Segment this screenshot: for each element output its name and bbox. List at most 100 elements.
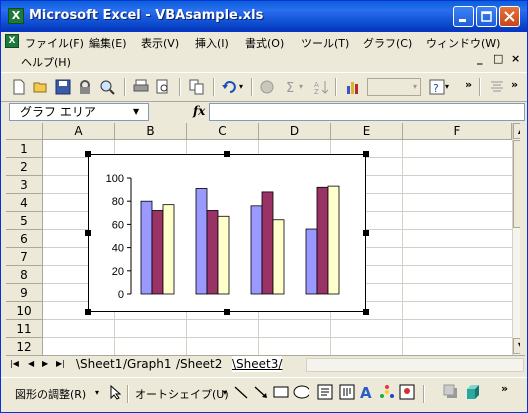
scroll-up-button[interactable]: ▲: [513, 123, 520, 139]
embedded-chart[interactable]: 0 20 40 60 80 100: [88, 154, 366, 312]
clipart-icon[interactable]: [399, 384, 415, 400]
title-bar[interactable]: X Microsoft Excel - VBAsample.xls: [1, 1, 527, 32]
select-objects-icon[interactable]: [107, 384, 123, 400]
autosum-dropdown-icon[interactable]: ▾: [299, 82, 303, 91]
bar-series-3-category-2[interactable]: [217, 215, 230, 295]
next-sheet-icon[interactable]: ▶: [42, 359, 48, 368]
text-box-icon[interactable]: [317, 384, 333, 400]
autoshapes-dropdown-icon[interactable]: ▾: [223, 388, 227, 397]
bar-series-2-category-1[interactable]: [151, 210, 164, 295]
column-header-e[interactable]: E: [331, 123, 403, 140]
chart-resize-handle[interactable]: [85, 151, 91, 157]
drawing-options-icon[interactable]: »: [501, 382, 508, 395]
format-options-icon[interactable]: »: [511, 78, 518, 91]
row-header-7[interactable]: 7: [6, 248, 43, 266]
column-header-b[interactable]: B: [115, 123, 187, 140]
undo-icon[interactable]: [221, 79, 237, 95]
formula-input[interactable]: [209, 103, 525, 121]
last-sheet-icon[interactable]: ▶|: [56, 359, 65, 368]
name-box-dropdown-icon[interactable]: ▼: [133, 107, 139, 116]
save-icon[interactable]: [55, 79, 71, 95]
autosum-icon[interactable]: Σ: [283, 79, 299, 95]
chart-resize-handle[interactable]: [363, 151, 369, 157]
doc-restore-button[interactable]: □: [493, 52, 503, 65]
row-header-4[interactable]: 4: [6, 194, 43, 212]
new-icon[interactable]: [11, 79, 27, 95]
bar-series-3-category-3[interactable]: [272, 219, 285, 295]
bar-series-2-category-4[interactable]: [316, 186, 329, 295]
bar-series-1-category-3[interactable]: [250, 205, 263, 295]
chart-resize-handle[interactable]: [224, 151, 230, 157]
undo-dropdown-icon[interactable]: ▾: [239, 82, 243, 91]
close-button[interactable]: [499, 6, 520, 27]
bar-series-3-category-4[interactable]: [327, 185, 340, 295]
sheet-tab-sheet3[interactable]: \Sheet3/: [232, 356, 283, 372]
chart-resize-handle[interactable]: [363, 309, 369, 315]
scroll-down-button[interactable]: ▼: [513, 338, 520, 354]
select-all-corner[interactable]: [6, 123, 43, 140]
print-icon[interactable]: [133, 79, 149, 95]
prev-sheet-icon[interactable]: ◀: [28, 359, 34, 368]
bar-series-3-category-1[interactable]: [162, 204, 175, 295]
row-header-2[interactable]: 2: [6, 158, 43, 176]
row-header-1[interactable]: 1: [6, 140, 43, 158]
row-header-3[interactable]: 3: [6, 176, 43, 194]
column-header-d[interactable]: D: [259, 123, 331, 140]
vertical-scroll-thumb[interactable]: [513, 140, 520, 228]
bar-series-1-category-2[interactable]: [195, 188, 208, 295]
3d-icon[interactable]: [465, 384, 481, 400]
menu-insert[interactable]: 挿入(I): [195, 35, 229, 51]
bar-series-1-category-4[interactable]: [305, 228, 318, 295]
menu-file[interactable]: ファイル(F): [25, 35, 84, 51]
align-center-icon[interactable]: [489, 79, 505, 95]
draw-menu-button[interactable]: 図形の調整(R): [15, 386, 86, 402]
doc-close-button[interactable]: ×: [511, 52, 520, 65]
minimize-button[interactable]: [453, 6, 474, 27]
row-header-8[interactable]: 8: [6, 266, 43, 284]
workbook-icon[interactable]: X: [5, 34, 19, 48]
chart-resize-handle[interactable]: [85, 230, 91, 236]
line-icon[interactable]: [233, 384, 249, 400]
first-sheet-icon[interactable]: |◀: [10, 359, 19, 368]
bar-series-2-category-3[interactable]: [261, 191, 274, 295]
chart-resize-handle[interactable]: [85, 309, 91, 315]
row-header-11[interactable]: 11: [6, 320, 43, 338]
doc-minimize-button[interactable]: _: [477, 52, 483, 65]
oval-icon[interactable]: [293, 384, 309, 400]
chart-wizard-icon[interactable]: [345, 79, 361, 95]
search-icon[interactable]: [99, 79, 115, 95]
toolbar-options-icon[interactable]: »: [465, 78, 472, 91]
draw-menu-dropdown-icon[interactable]: ▾: [95, 388, 99, 397]
sort-ascending-icon[interactable]: AZ: [313, 79, 329, 95]
open-icon[interactable]: [33, 79, 49, 95]
menu-view[interactable]: 表示(V): [141, 35, 179, 51]
name-box[interactable]: グラフ エリア: [9, 103, 149, 121]
vertical-text-box-icon[interactable]: [339, 384, 355, 400]
menu-help[interactable]: ヘルプ(H): [21, 54, 71, 70]
menu-edit[interactable]: 編集(E): [89, 35, 127, 51]
help-dropdown-icon[interactable]: ▾: [445, 82, 449, 91]
sheet-tab-sheet2[interactable]: /Sheet2: [176, 356, 222, 372]
fx-icon[interactable]: fx: [193, 104, 205, 118]
column-header-a[interactable]: A: [43, 123, 115, 140]
print-preview-icon[interactable]: [155, 79, 171, 95]
hyperlink-icon[interactable]: [259, 79, 275, 95]
chart-resize-handle[interactable]: [224, 309, 230, 315]
menu-chart[interactable]: グラフ(C): [363, 35, 412, 51]
row-header-12[interactable]: 12: [6, 338, 43, 355]
menu-format[interactable]: 書式(O): [245, 35, 284, 51]
bar-series-2-category-2[interactable]: [206, 210, 219, 295]
chart-resize-handle[interactable]: [363, 230, 369, 236]
help-icon[interactable]: ?: [429, 79, 445, 95]
column-header-c[interactable]: C: [187, 123, 259, 140]
bar-series-1-category-1[interactable]: [140, 200, 153, 295]
diagram-icon[interactable]: [379, 384, 395, 400]
zoom-dropdown-icon[interactable]: ▾: [413, 82, 417, 91]
maximize-button[interactable]: [476, 6, 497, 27]
menu-window[interactable]: ウィンドウ(W): [426, 35, 500, 51]
sheet-tab-graph1[interactable]: /Graph1: [123, 356, 172, 372]
horizontal-scrollbar[interactable]: [306, 358, 524, 372]
vertical-scrollbar[interactable]: ▲ ▼: [512, 123, 520, 355]
row-header-6[interactable]: 6: [6, 230, 43, 248]
arrow-icon[interactable]: [253, 384, 269, 400]
